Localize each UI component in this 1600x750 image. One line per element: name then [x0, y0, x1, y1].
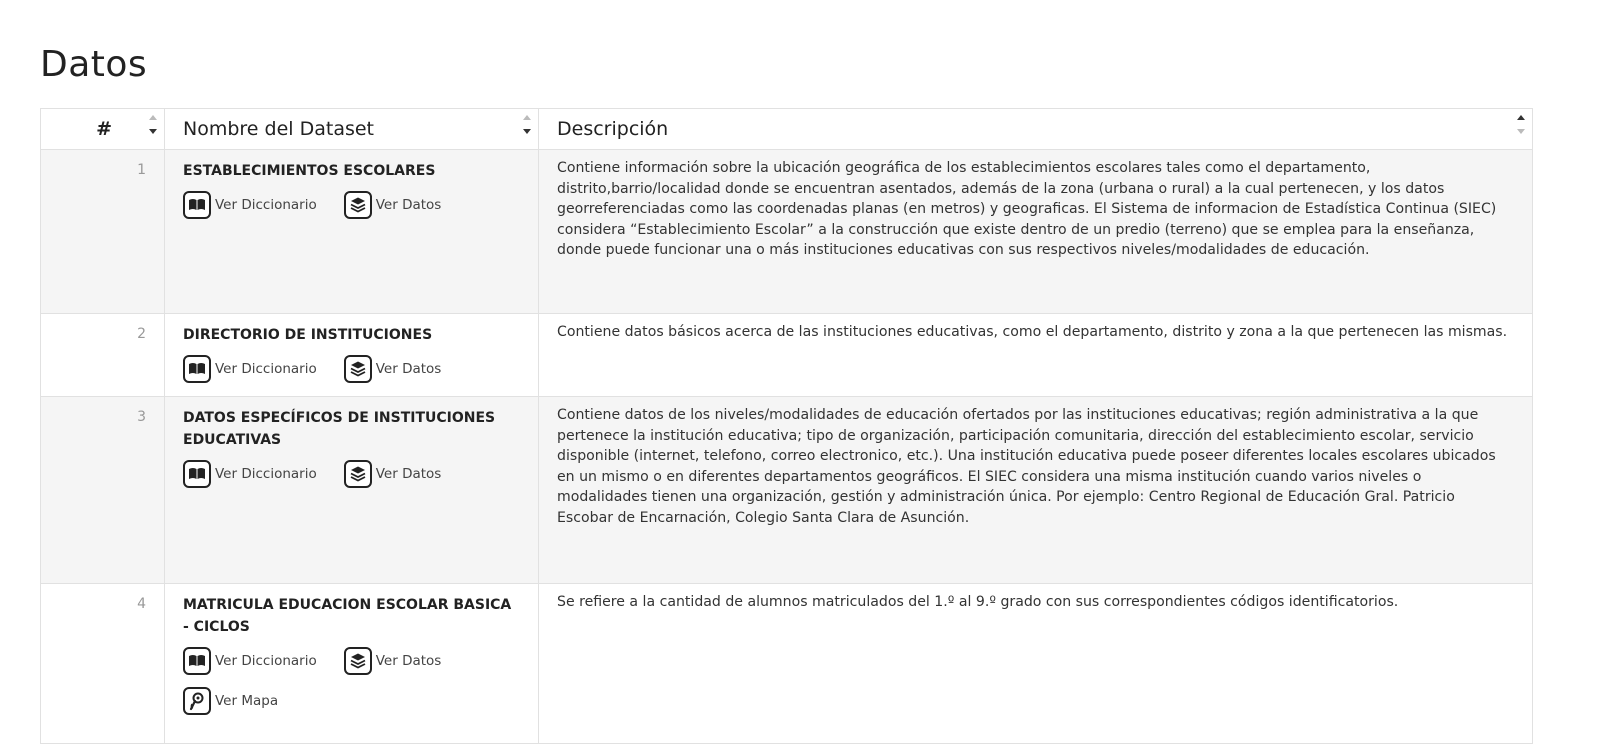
- page: Datos # Nombre del Dataset Descripción 1…: [0, 0, 1600, 750]
- book-icon: [183, 460, 211, 488]
- dataset-cell: DIRECTORIO DE INSTITUCIONES Ver Dicciona…: [164, 313, 539, 397]
- table-row: 1 ESTABLECIMIENTOS ESCOLARES Ver Diccion…: [40, 149, 1533, 314]
- column-header-name-label: Nombre del Dataset: [183, 118, 375, 140]
- dataset-description: Se refiere a la cantidad de alumnos matr…: [538, 583, 1533, 744]
- book-icon: [183, 647, 211, 675]
- dataset-name: DIRECTORIO DE INSTITUCIONES: [183, 327, 433, 343]
- view-dictionary-label: Ver Diccionario: [215, 465, 317, 482]
- column-header-description[interactable]: Descripción: [538, 108, 1533, 150]
- view-data-label: Ver Datos: [375, 652, 442, 669]
- view-map-label: Ver Mapa: [215, 692, 279, 709]
- database-icon: [343, 647, 372, 675]
- sort-icon: [522, 115, 532, 139]
- dataset-links: Ver Diccionario Ver Datos: [183, 190, 520, 230]
- column-header-name[interactable]: Nombre del Dataset: [164, 108, 539, 150]
- view-dictionary-link[interactable]: Ver Diccionario: [183, 354, 317, 384]
- database-icon: [343, 355, 372, 383]
- dataset-name: MATRICULA EDUCACION ESCOLAR BASICA - CIC…: [183, 597, 512, 635]
- view-dictionary-link[interactable]: Ver Diccionario: [183, 190, 317, 220]
- view-data-link[interactable]: Ver Datos: [343, 459, 442, 489]
- datasets-table: # Nombre del Dataset Descripción 1 ESTAB…: [40, 108, 1533, 744]
- table-header-row: # Nombre del Dataset Descripción: [40, 108, 1533, 150]
- dataset-name: ESTABLECIMIENTOS ESCOLARES: [183, 163, 436, 179]
- row-number: 2: [40, 313, 165, 397]
- sort-icon: [148, 115, 158, 139]
- dataset-links: Ver Diccionario Ver Datos: [183, 459, 520, 499]
- view-data-label: Ver Datos: [375, 196, 442, 213]
- dataset-links: Ver Diccionario Ver Datos: [183, 354, 520, 394]
- row-number: 3: [40, 396, 165, 584]
- dataset-description: Contiene información sobre la ubicación …: [538, 149, 1533, 314]
- view-dictionary-label: Ver Diccionario: [215, 652, 317, 669]
- database-icon: [343, 460, 372, 488]
- view-data-link[interactable]: Ver Datos: [343, 354, 442, 384]
- dataset-links: Ver Diccionario Ver Datos Ver Mapa: [183, 646, 520, 726]
- book-icon: [183, 355, 211, 383]
- view-map-link[interactable]: Ver Mapa: [183, 686, 278, 716]
- dataset-description: Contiene datos de los niveles/modalidade…: [538, 396, 1533, 584]
- dataset-cell: DATOS ESPECÍFICOS DE INSTITUCIONES EDUCA…: [164, 396, 539, 584]
- dataset-name: DATOS ESPECÍFICOS DE INSTITUCIONES EDUCA…: [183, 410, 496, 448]
- row-number: 4: [40, 583, 165, 744]
- view-dictionary-link[interactable]: Ver Diccionario: [183, 459, 317, 489]
- column-header-description-label: Descripción: [557, 118, 669, 140]
- dataset-description: Contiene datos básicos acerca de las ins…: [538, 313, 1533, 397]
- page-title: Datos: [40, 44, 148, 85]
- column-header-number[interactable]: #: [40, 108, 165, 150]
- view-data-label: Ver Datos: [375, 465, 442, 482]
- view-data-link[interactable]: Ver Datos: [343, 646, 442, 676]
- sort-icon: [1516, 115, 1526, 139]
- dataset-cell: ESTABLECIMIENTOS ESCOLARES Ver Diccionar…: [164, 149, 539, 314]
- row-number: 1: [40, 149, 165, 314]
- view-data-label: Ver Datos: [375, 360, 442, 377]
- map-pin-icon: [183, 687, 211, 715]
- table-row: 2 DIRECTORIO DE INSTITUCIONES Ver Diccio…: [40, 313, 1533, 397]
- dataset-cell: MATRICULA EDUCACION ESCOLAR BASICA - CIC…: [164, 583, 539, 744]
- view-data-link[interactable]: Ver Datos: [343, 190, 442, 220]
- table-row: 4 MATRICULA EDUCACION ESCOLAR BASICA - C…: [40, 583, 1533, 744]
- book-icon: [183, 191, 211, 219]
- table-row: 3 DATOS ESPECÍFICOS DE INSTITUCIONES EDU…: [40, 396, 1533, 584]
- view-dictionary-label: Ver Diccionario: [215, 360, 317, 377]
- view-dictionary-link[interactable]: Ver Diccionario: [183, 646, 317, 676]
- view-dictionary-label: Ver Diccionario: [215, 196, 317, 213]
- column-header-number-label: #: [96, 118, 112, 140]
- database-icon: [343, 191, 372, 219]
